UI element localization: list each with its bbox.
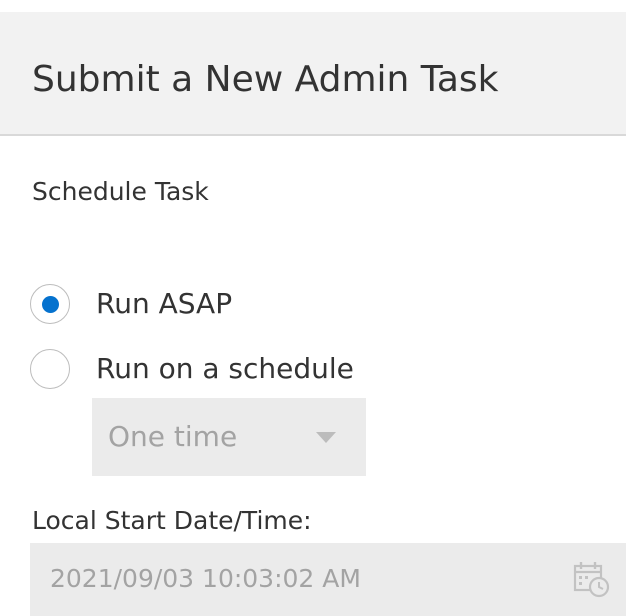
radio-run-asap-label[interactable]: Run ASAP (96, 286, 232, 322)
schedule-task-label: Schedule Task (32, 177, 209, 206)
start-datetime-input[interactable]: 2021/09/03 10:03:02 AM (30, 543, 626, 616)
radio-run-asap[interactable]: Run ASAP (30, 282, 232, 326)
chevron-down-icon (316, 432, 336, 443)
start-datetime-value: 2021/09/03 10:03:02 AM (50, 564, 361, 593)
dialog-header: Submit a New Admin Task (0, 12, 626, 136)
calendar-clock-icon[interactable] (572, 559, 612, 599)
frequency-select-value: One time (108, 420, 238, 453)
start-datetime-label: Local Start Date/Time: (32, 506, 312, 535)
dialog-title: Submit a New Admin Task (32, 59, 499, 100)
radio-run-on-schedule-label[interactable]: Run on a schedule (96, 351, 354, 387)
radio-button-unselected[interactable] (30, 349, 70, 389)
radio-button-selected[interactable] (30, 284, 70, 324)
radio-run-on-schedule[interactable]: Run on a schedule (30, 347, 354, 391)
frequency-select[interactable]: One time (92, 398, 366, 476)
radio-selected-dot (41, 295, 59, 313)
